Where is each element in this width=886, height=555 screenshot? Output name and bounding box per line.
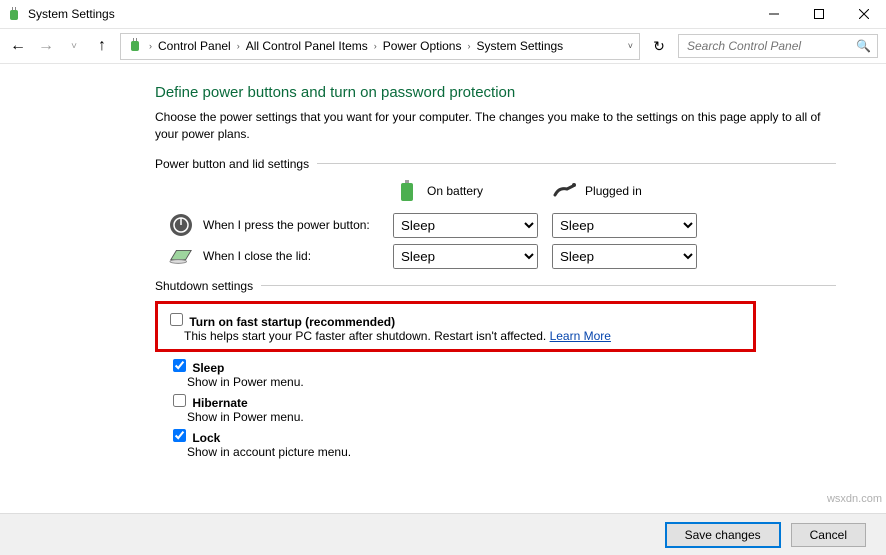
sleep-checkbox[interactable] bbox=[173, 359, 186, 372]
row-power-button: When I press the power button: Sleep Sle… bbox=[169, 213, 836, 238]
lock-sub: Show in account picture menu. bbox=[187, 445, 836, 459]
breadcrumb-system-settings[interactable]: System Settings bbox=[476, 39, 563, 53]
fast-startup-checkbox[interactable] bbox=[170, 313, 183, 326]
address-bar[interactable]: › Control Panel › All Control Panel Item… bbox=[120, 33, 640, 60]
page-description: Choose the power settings that you want … bbox=[155, 109, 836, 143]
highlight-box: Turn on fast startup (recommended) This … bbox=[155, 301, 756, 352]
search-box[interactable]: 🔍 bbox=[678, 34, 878, 58]
chevron-right-icon: › bbox=[467, 41, 470, 51]
chevron-down-icon[interactable]: ˅ bbox=[628, 41, 633, 51]
fast-startup-label: Turn on fast startup (recommended) bbox=[189, 315, 395, 329]
hibernate-checkbox[interactable] bbox=[173, 394, 186, 407]
footer-bar: Save changes Cancel bbox=[0, 513, 886, 555]
power-button-icon bbox=[169, 213, 193, 237]
sleep-row[interactable]: Sleep bbox=[169, 361, 224, 375]
chevron-right-icon: › bbox=[374, 41, 377, 51]
content-area: Define power buttons and turn on passwor… bbox=[0, 64, 886, 459]
forward-button[interactable]: → bbox=[36, 37, 56, 55]
sleep-label: Sleep bbox=[192, 361, 224, 375]
watermark: wsxdn.com bbox=[827, 493, 882, 505]
power-icon bbox=[127, 37, 143, 56]
search-icon: 🔍 bbox=[856, 39, 871, 53]
minimize-button[interactable] bbox=[751, 0, 796, 28]
page-heading: Define power buttons and turn on passwor… bbox=[155, 84, 836, 101]
lock-row[interactable]: Lock bbox=[169, 431, 220, 445]
power-button-battery-select[interactable]: Sleep bbox=[393, 213, 538, 238]
power-button-label: When I press the power button: bbox=[203, 218, 370, 232]
section-shutdown: Shutdown settings bbox=[155, 279, 836, 293]
lock-label: Lock bbox=[192, 431, 220, 445]
plug-icon bbox=[553, 179, 577, 203]
recent-dropdown[interactable]: ˅ bbox=[64, 41, 84, 52]
plugged-in-label: Plugged in bbox=[585, 184, 642, 198]
learn-more-link[interactable]: Learn More bbox=[550, 329, 611, 343]
save-button[interactable]: Save changes bbox=[665, 522, 781, 548]
sleep-sub: Show in Power menu. bbox=[187, 375, 836, 389]
app-icon bbox=[6, 6, 22, 22]
search-input[interactable] bbox=[685, 38, 856, 54]
hibernate-label: Hibernate bbox=[192, 396, 247, 410]
breadcrumb-all-items[interactable]: All Control Panel Items bbox=[246, 39, 368, 53]
window-title: System Settings bbox=[28, 7, 751, 21]
fast-startup-description: This helps start your PC faster after sh… bbox=[184, 329, 745, 343]
breadcrumb-control-panel[interactable]: Control Panel bbox=[158, 39, 231, 53]
on-battery-label: On battery bbox=[427, 184, 483, 198]
fast-startup-row[interactable]: Turn on fast startup (recommended) bbox=[166, 315, 395, 329]
section-power-lid: Power button and lid settings bbox=[155, 157, 836, 171]
close-button[interactable] bbox=[841, 0, 886, 28]
lock-checkbox[interactable] bbox=[173, 429, 186, 442]
breadcrumb-power-options[interactable]: Power Options bbox=[383, 39, 462, 53]
lid-battery-select[interactable]: Sleep bbox=[393, 244, 538, 269]
hibernate-row[interactable]: Hibernate bbox=[169, 396, 248, 410]
close-lid-label: When I close the lid: bbox=[203, 249, 311, 263]
row-close-lid: When I close the lid: Sleep Sleep bbox=[169, 244, 836, 269]
chevron-right-icon: › bbox=[149, 41, 152, 51]
lid-plugged-select[interactable]: Sleep bbox=[552, 244, 697, 269]
power-button-plugged-select[interactable]: Sleep bbox=[552, 213, 697, 238]
lid-icon bbox=[169, 244, 193, 268]
cancel-button[interactable]: Cancel bbox=[791, 523, 866, 547]
toolbar: ← → ˅ ↑ › Control Panel › All Control Pa… bbox=[0, 28, 886, 64]
window-titlebar: System Settings bbox=[0, 0, 886, 28]
up-button[interactable]: ↑ bbox=[92, 37, 112, 55]
column-headers: On battery Plugged in bbox=[395, 179, 836, 203]
hibernate-sub: Show in Power menu. bbox=[187, 410, 836, 424]
battery-icon bbox=[395, 179, 419, 203]
chevron-right-icon: › bbox=[237, 41, 240, 51]
maximize-button[interactable] bbox=[796, 0, 841, 28]
back-button[interactable]: ← bbox=[8, 37, 28, 55]
refresh-button[interactable]: ↻ bbox=[648, 38, 670, 55]
